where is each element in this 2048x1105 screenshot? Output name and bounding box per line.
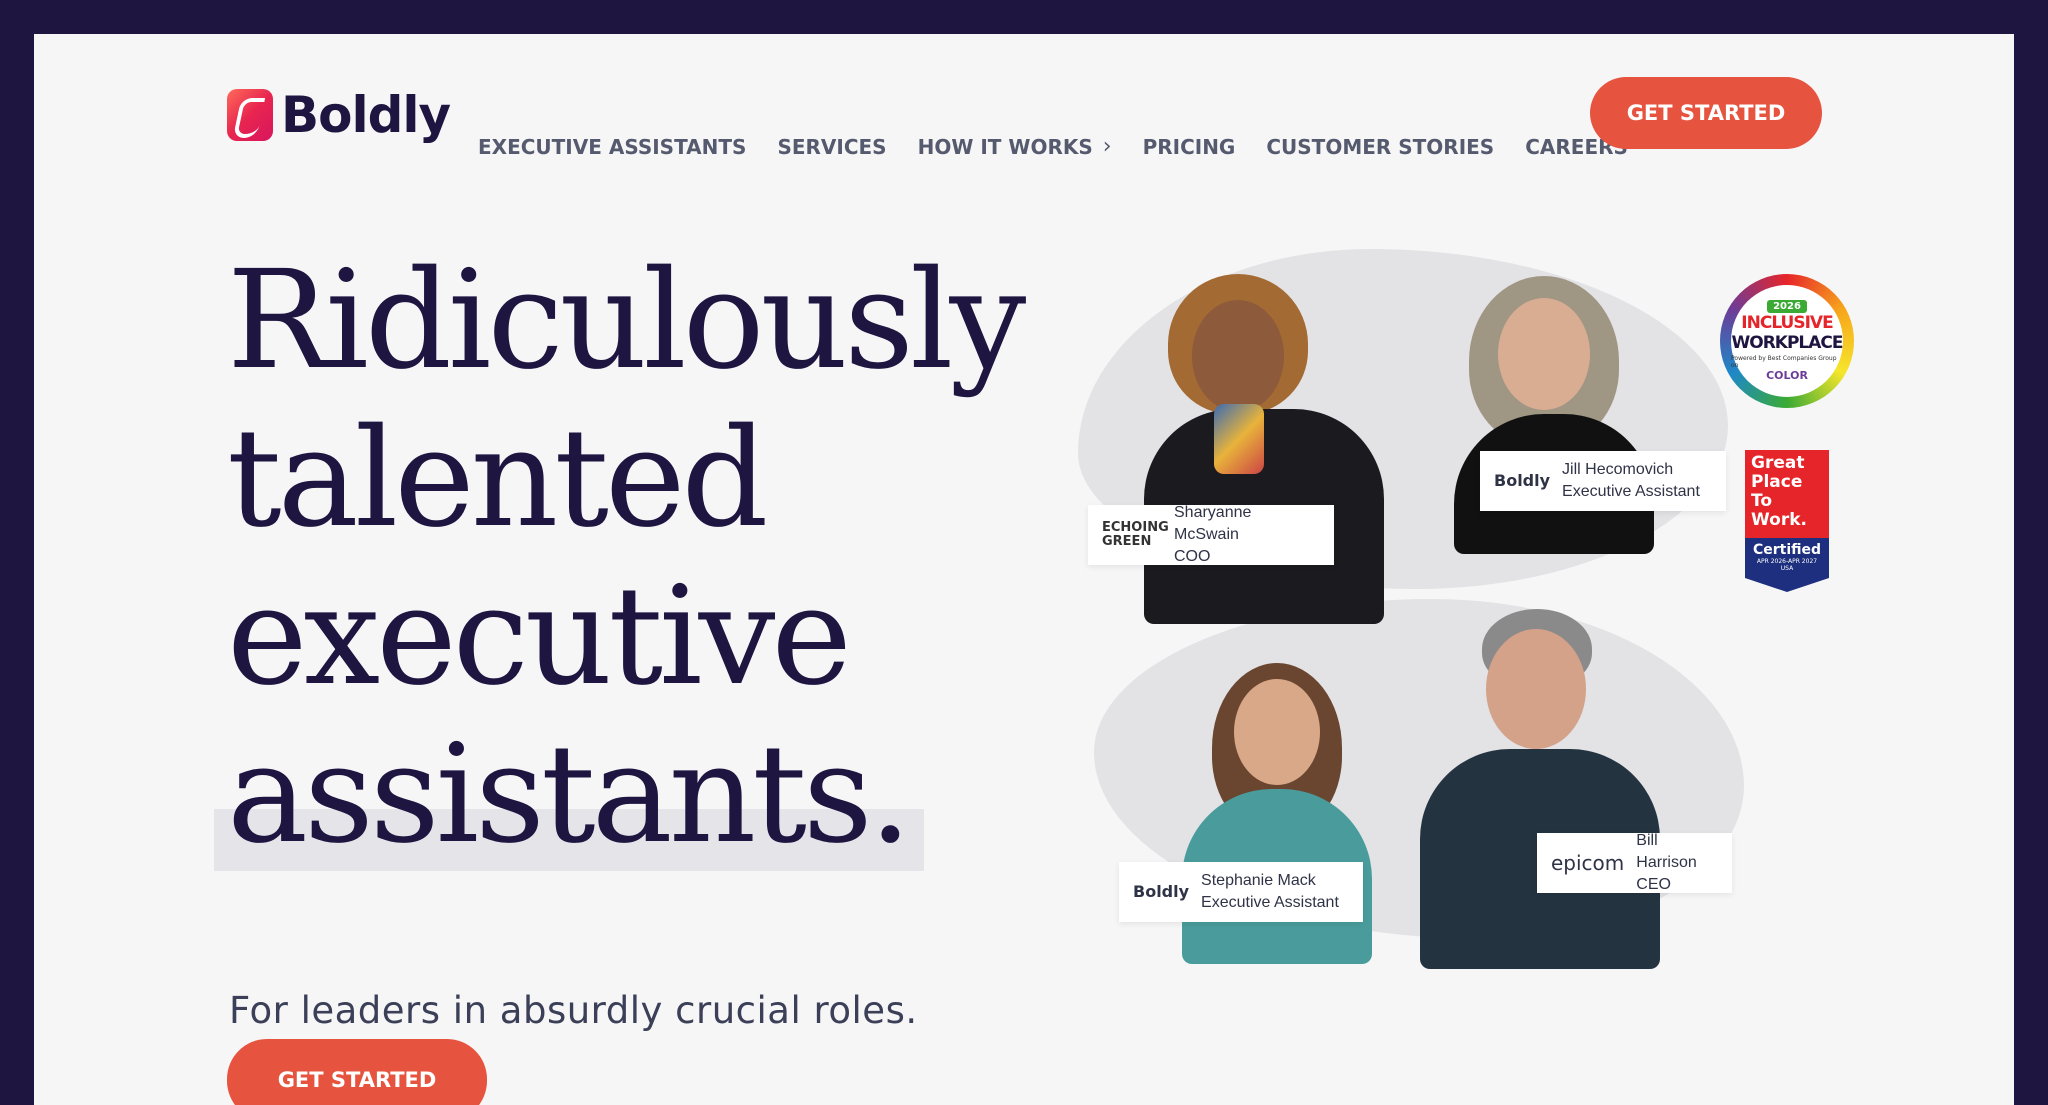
testimonial-label: epicom Bill Harrison CEO <box>1537 832 1732 893</box>
person-name: Bill Harrison <box>1636 832 1697 871</box>
hero-headline: Ridiculously talented executive assistan… <box>227 242 1026 874</box>
hero-get-started-button[interactable]: GET STARTED <box>227 1039 487 1105</box>
person-title: Executive Assistant <box>1562 483 1700 500</box>
person-photo <box>1414 609 1664 969</box>
person-name: Sharyanne McSwain <box>1174 504 1252 543</box>
person-photo <box>1454 274 1664 554</box>
badge-text: Place <box>1751 472 1803 492</box>
badge-text: APR 2026-APR 2027 <box>1756 558 1818 565</box>
testimonial-label: Boldly Stephanie Mack Executive Assistan… <box>1119 862 1363 922</box>
company-logo: ECHOING GREEN <box>1102 520 1169 549</box>
headline-line: Ridiculously <box>227 242 1026 400</box>
boldly-logo-icon <box>227 89 273 141</box>
person-name: Jill Hecomovich <box>1562 461 1674 478</box>
badge-text: Certified <box>1752 542 1822 558</box>
nav-how-it-works[interactable]: HOW IT WORKS › <box>918 134 1112 159</box>
inclusive-workplace-badge: 2026 INCLUSIVE WORKPLACE Powered by Best… <box>1720 274 1854 408</box>
company-logo: Boldly <box>1494 471 1551 490</box>
person-title: COO <box>1174 548 1211 565</box>
brand-name: Boldly <box>281 86 451 144</box>
nav-customer-stories[interactable]: CUSTOMER STORIES <box>1266 134 1494 159</box>
great-place-to-work-badge: Great Place To Work. Certified APR 2026-… <box>1745 450 1829 594</box>
company-logo: Boldly <box>1133 882 1190 901</box>
person-name: Stephanie Mack <box>1201 872 1316 889</box>
badge-text: Work. <box>1751 510 1807 530</box>
headline-line: talented <box>227 400 769 558</box>
badge-year: 2026 <box>1767 300 1807 313</box>
nav-how-it-works-label: HOW IT WORKS <box>917 134 1093 159</box>
nav-pricing[interactable]: PRICING <box>1143 134 1236 159</box>
person-photo <box>1144 274 1394 624</box>
badge-text: Great <box>1751 453 1805 473</box>
person-title: Executive Assistant <box>1201 894 1339 911</box>
person-title: CEO <box>1636 876 1671 893</box>
badge-text: INCLUSIVE <box>1741 313 1833 333</box>
headline-line: executive <box>227 558 852 716</box>
nav-get-started-button[interactable]: GET STARTED <box>1590 77 1822 149</box>
company-logo: epicom <box>1551 851 1625 875</box>
chevron-right-icon: › <box>1102 134 1112 159</box>
page-frame: Boldly EXECUTIVE ASSISTANTS SERVICES HOW… <box>34 34 2014 1105</box>
testimonial-label: Boldly Jill Hecomovich Executive Assista… <box>1480 451 1726 511</box>
badge-text: USA <box>1780 565 1794 572</box>
nav-executive-assistants[interactable]: EXECUTIVE ASSISTANTS <box>478 134 746 159</box>
headline-line: assistants. <box>227 716 912 874</box>
badge-text: To <box>1751 491 1773 511</box>
main-nav: EXECUTIVE ASSISTANTS SERVICES HOW IT WOR… <box>478 134 1659 159</box>
badge-text: Powered by Best Companies Group on <box>1731 355 1837 369</box>
hero-subhead: For leaders in absurdly crucial roles. <box>229 989 918 1032</box>
boldly-logo[interactable]: Boldly <box>227 86 451 144</box>
badge-text: WORKPLACE <box>1731 333 1843 353</box>
badge-text: COLOR <box>1766 369 1808 382</box>
nav-services[interactable]: SERVICES <box>777 134 886 159</box>
testimonial-label: ECHOING GREEN Sharyanne McSwain COO <box>1088 504 1334 565</box>
